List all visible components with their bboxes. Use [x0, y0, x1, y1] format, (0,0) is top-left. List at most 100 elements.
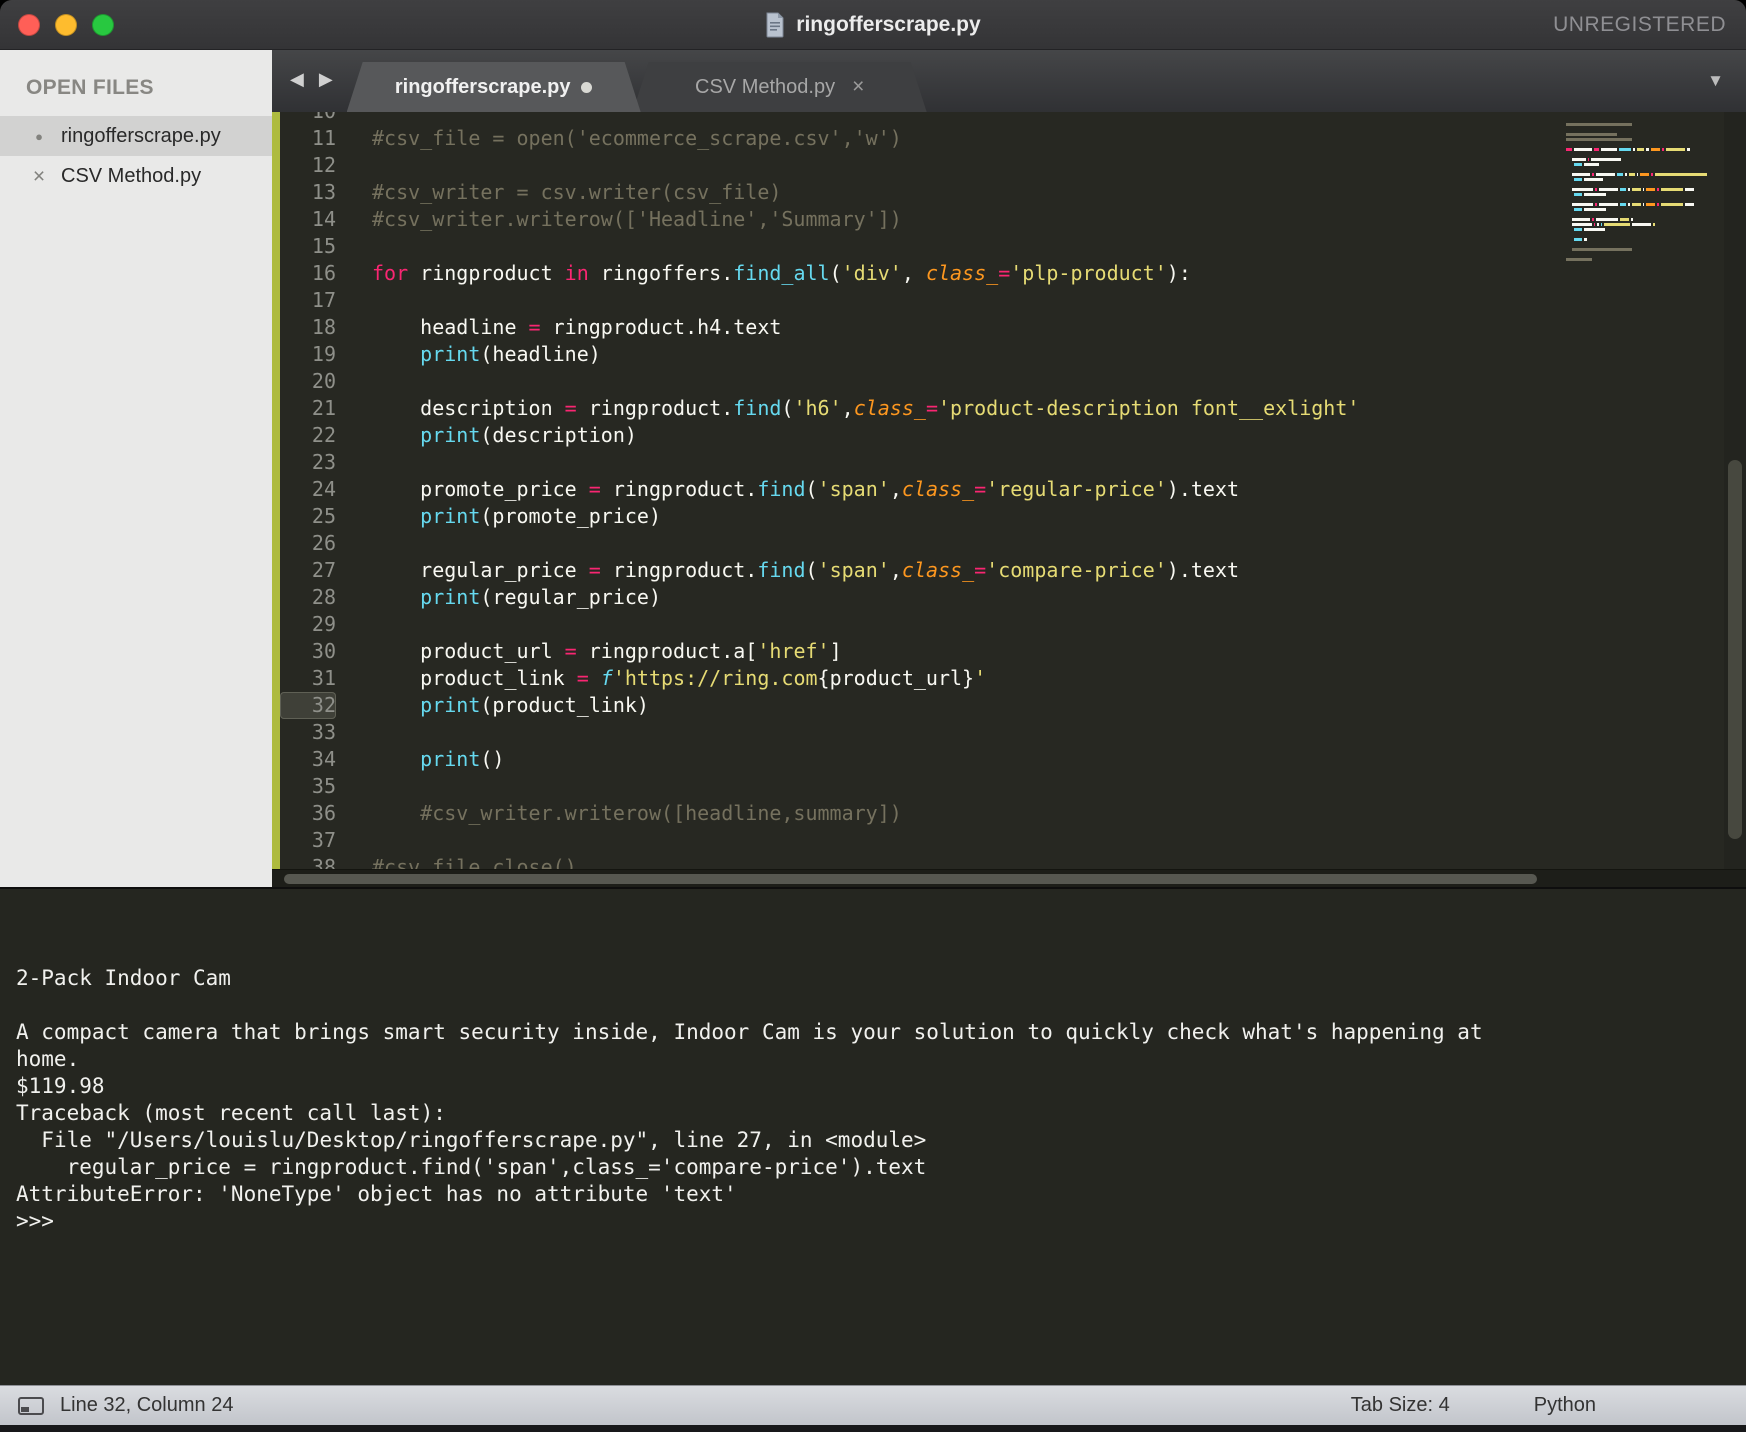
tab-size-indicator[interactable]: Tab Size: 4	[1351, 1394, 1450, 1417]
code-text: product_link = f'https://ring.com{produc…	[372, 666, 987, 690]
tab-close-icon[interactable]: ×	[852, 75, 864, 99]
code-line-31: 31 product_link = f'https://ring.com{pro…	[272, 665, 1746, 692]
code-line-30: 30 product_url = ringproduct.a['href']	[272, 638, 1746, 665]
code-line-37: 37	[272, 827, 1746, 854]
tab-strip: ringofferscrape.py CSV Method.py ×	[347, 62, 927, 112]
status-bar: Line 32, Column 24 Tab Size: 4 Python	[0, 1385, 1746, 1425]
unregistered-label: UNREGISTERED	[1553, 12, 1726, 36]
code-line-24: 24 promote_price = ringproduct.find('spa…	[272, 476, 1746, 503]
code-text: print(headline)	[420, 342, 601, 366]
vertical-scrollbar[interactable]	[1724, 112, 1746, 869]
code-line-19: 19 print(headline)	[272, 341, 1746, 368]
vertical-scrollbar-thumb[interactable]	[1728, 460, 1742, 839]
tab-prev-icon[interactable]: ◀	[290, 69, 304, 90]
tab-nav-arrows: ◀ ▶	[290, 69, 333, 90]
minimap[interactable]	[1566, 118, 1716, 263]
code-text: #csv_writer.writerow(['Headline','Summar…	[372, 207, 902, 231]
line-number: 13	[311, 180, 336, 204]
code-line-26: 26	[272, 530, 1746, 557]
code-line-25: 25 print(promote_price)	[272, 503, 1746, 530]
code-line-17: 17	[272, 287, 1746, 314]
status-right-group: Tab Size: 4 Python	[1351, 1394, 1746, 1417]
code-line-18: 18 headline = ringproduct.h4.text	[272, 314, 1746, 341]
sidebar-file-list: ● ringofferscrape.py × CSV Method.py	[0, 116, 272, 196]
line-number: 17	[311, 288, 336, 312]
line-number: 20	[311, 369, 336, 393]
code-text: #csv_writer = csv.writer(csv_file)	[372, 180, 782, 204]
console-line: $119.98	[16, 1074, 105, 1098]
code-line-13: 13 #csv_writer = csv.writer(csv_file)	[272, 179, 1746, 206]
cursor-position: Line 32, Column 24	[60, 1394, 234, 1416]
close-icon[interactable]: ×	[30, 166, 48, 187]
code-text: print()	[420, 747, 505, 771]
minimize-window-button[interactable]	[55, 14, 77, 36]
code-line-28: 28 print(regular_price)	[272, 584, 1746, 611]
line-number: 29	[311, 612, 336, 636]
line-number: 30	[311, 639, 336, 663]
code-line-10: 10	[272, 112, 1746, 125]
panel-toggle-icon[interactable]	[18, 1396, 44, 1415]
syntax-indicator[interactable]: Python	[1534, 1394, 1596, 1417]
code-line-15: 15	[272, 233, 1746, 260]
tab-csv-method.py[interactable]: CSV Method.py ×	[633, 62, 927, 112]
console-line: AttributeError: 'NoneType' object has no…	[16, 1182, 737, 1206]
console-line: 2-Pack Indoor Cam	[16, 966, 231, 990]
sublime-window: ringofferscrape.py UNREGISTERED OPEN FIL…	[0, 0, 1746, 1432]
console-line: File "/Users/louislu/Desktop/ringoffersc…	[16, 1128, 927, 1152]
code-line-11: 11 #csv_file = open('ecommerce_scrape.csv…	[272, 125, 1746, 152]
line-number: 35	[311, 774, 336, 798]
tab-bar: ◀ ▶ ringofferscrape.py CSV Method.py × ▼	[272, 50, 1746, 112]
window-title: ringofferscrape.py	[796, 12, 981, 36]
tab-ringofferscrape.py[interactable]: ringofferscrape.py	[347, 62, 641, 112]
code-line-12: 12	[272, 152, 1746, 179]
code-text: print(promote_price)	[420, 504, 662, 528]
line-number: 23	[311, 450, 336, 474]
line-number: 22	[311, 423, 336, 447]
close-window-button[interactable]	[18, 14, 40, 36]
horizontal-scrollbar[interactable]	[272, 869, 1746, 887]
line-number: 28	[311, 585, 336, 609]
code-text: print(product_link)	[420, 693, 649, 717]
code-line-14: 14 #csv_writer.writerow(['Headline','Summ…	[272, 206, 1746, 233]
code-text: product_url = ringproduct.a['href']	[372, 639, 842, 663]
console-line: A compact camera that brings smart secur…	[16, 1020, 1483, 1044]
code-line-36: 36 #csv_writer.writerow([headline,summar…	[272, 800, 1746, 827]
tab-overflow-icon[interactable]: ▼	[1707, 71, 1724, 91]
sidebar-file-item[interactable]: × CSV Method.py	[0, 156, 272, 196]
tab-label: CSV Method.py	[695, 75, 836, 98]
code-line-23: 23	[272, 449, 1746, 476]
code-text: #csv_writer.writerow([headline,summary])	[372, 801, 902, 825]
code-line-33: 33	[272, 719, 1746, 746]
window-bottom-edge	[0, 1425, 1746, 1432]
horizontal-scrollbar-thumb[interactable]	[284, 874, 1537, 884]
code-line-20: 20	[272, 368, 1746, 395]
zoom-window-button[interactable]	[92, 14, 114, 36]
line-number: 12	[311, 153, 336, 177]
modified-gutter-bar	[272, 112, 280, 869]
console-panel[interactable]: 2-Pack Indoor Cam A compact camera that …	[0, 887, 1746, 1385]
document-icon	[766, 12, 784, 37]
line-number: 31	[311, 666, 336, 690]
tab-next-icon[interactable]: ▶	[319, 69, 333, 90]
title-bar: ringofferscrape.py UNREGISTERED	[0, 0, 1746, 50]
line-number: 18	[311, 315, 336, 339]
code-editor[interactable]: 1011 #csv_file = open('ecommerce_scrape.c…	[272, 112, 1746, 869]
line-number: 33	[311, 720, 336, 744]
editor-column: ◀ ▶ ringofferscrape.py CSV Method.py × ▼ 1…	[272, 50, 1746, 887]
code-line-22: 22 print(description)	[272, 422, 1746, 449]
console-line: Traceback (most recent call last):	[16, 1101, 446, 1125]
code-line-35: 35	[272, 773, 1746, 800]
line-number: 32	[280, 692, 336, 719]
code-line-29: 29	[272, 611, 1746, 638]
console-output: 2-Pack Indoor Cam A compact camera that …	[16, 965, 1730, 1235]
code-text: headline = ringproduct.h4.text	[372, 315, 782, 339]
sidebar-file-item[interactable]: ● ringofferscrape.py	[0, 116, 272, 156]
line-number: 21	[311, 396, 336, 420]
